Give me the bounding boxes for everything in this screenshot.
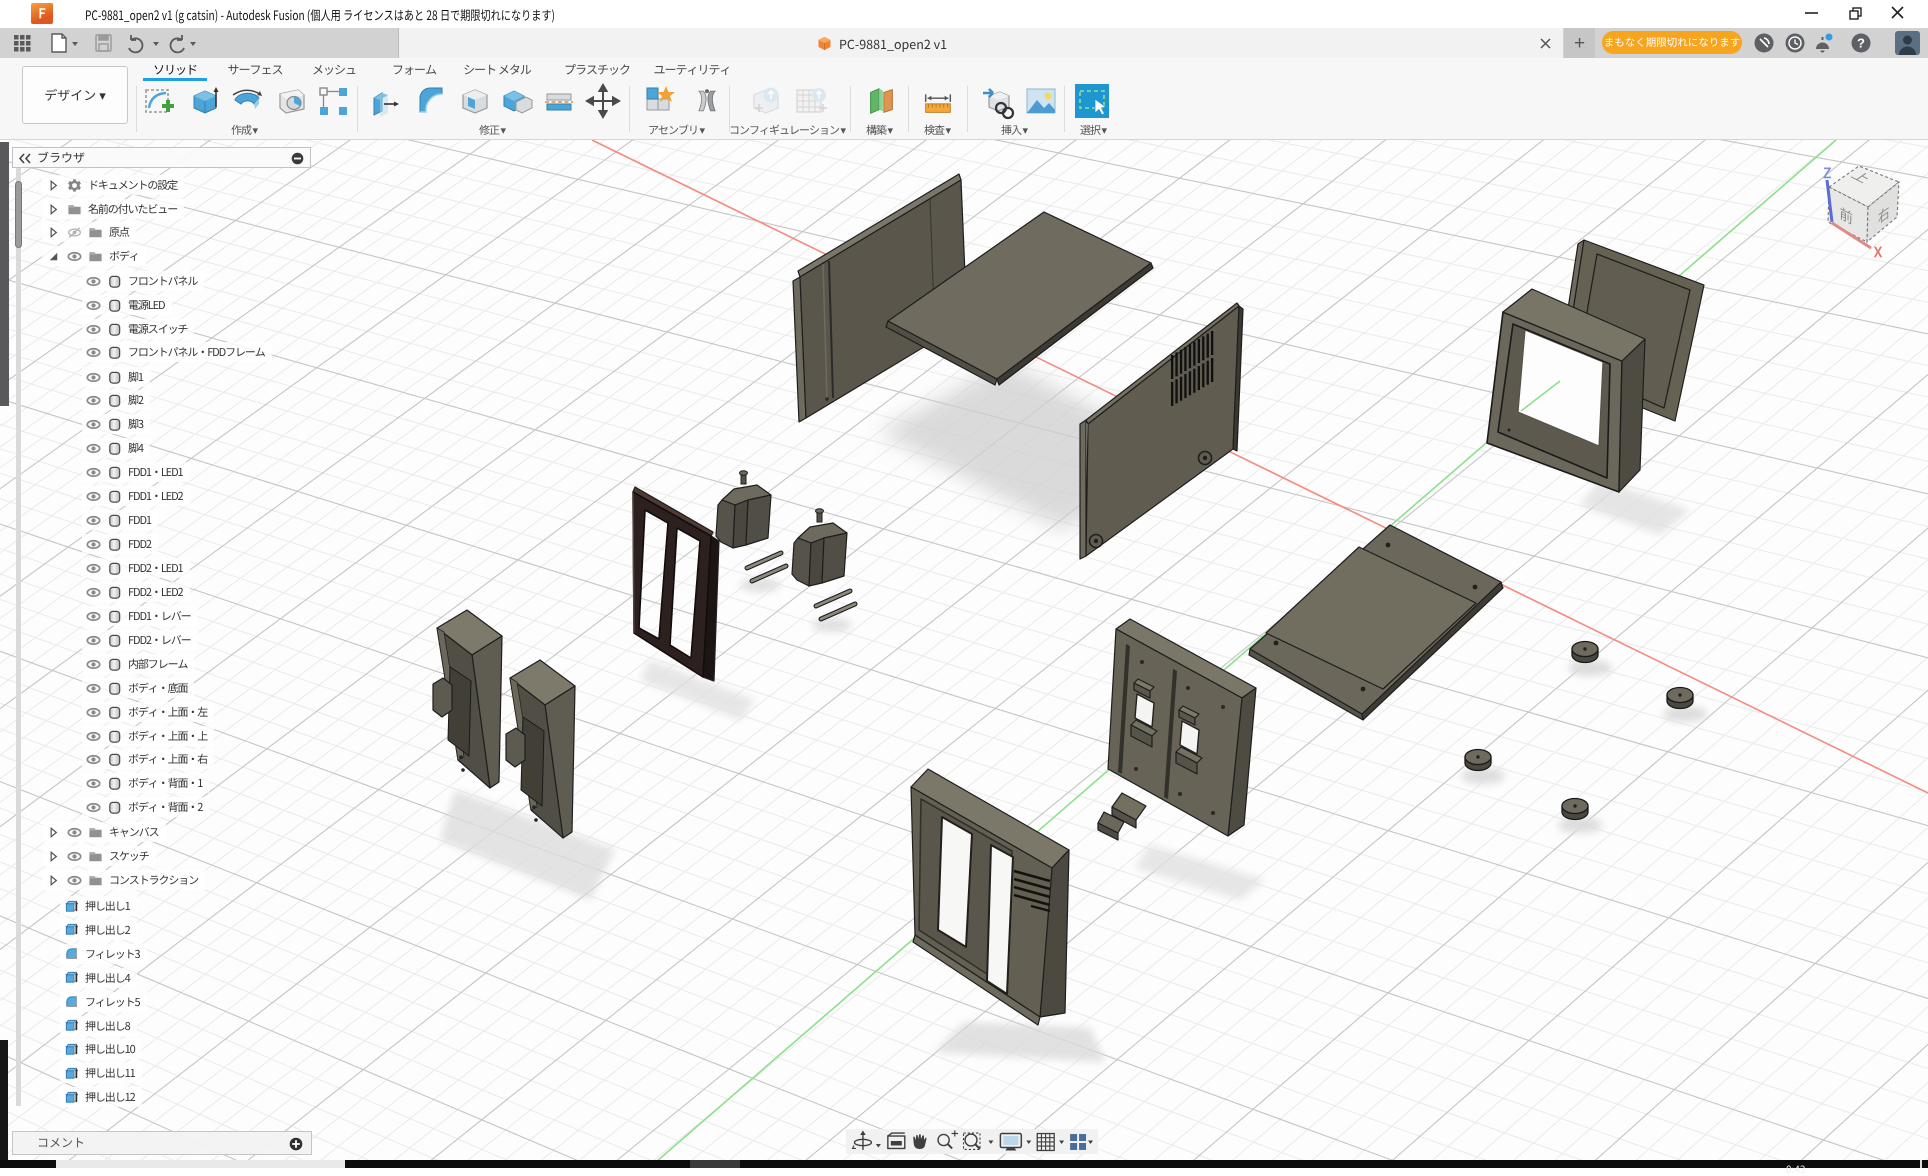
svg-text:?: ? bbox=[1857, 33, 1865, 52]
svg-text:X: X bbox=[1873, 242, 1883, 262]
svg-text:Z: Z bbox=[1823, 163, 1832, 183]
